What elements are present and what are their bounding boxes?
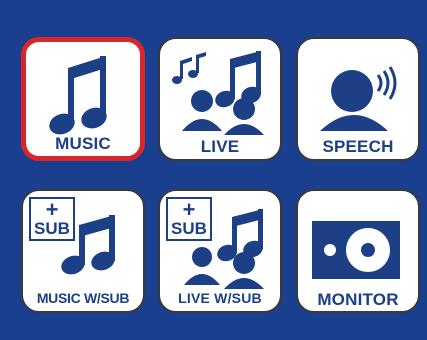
mode-live-label: LIVE — [200, 137, 240, 156]
subwoofer-badge: + SUB — [166, 197, 212, 241]
mode-music-button[interactable]: MUSIC — [21, 37, 145, 161]
mode-live-sub-button[interactable]: + SUB LIVE W/SUB — [158, 189, 282, 313]
mode-monitor-button[interactable]: MONITOR — [296, 189, 420, 313]
mode-speech-label: SPEECH — [322, 137, 394, 156]
mode-speech-button[interactable]: SPEECH — [296, 37, 420, 161]
mode-music-sub-button[interactable]: + SUB MUSIC W/SUB — [21, 189, 145, 313]
sub-text: SUB — [34, 219, 70, 238]
mode-live-sub-label: LIVE W/SUB — [178, 290, 262, 306]
subwoofer-badge: + SUB — [29, 197, 75, 241]
mode-music-sub-label: MUSIC W/SUB — [36, 290, 130, 306]
mode-monitor-label: MONITOR — [317, 290, 399, 309]
sub-text: SUB — [171, 219, 207, 238]
mode-music-label: MUSIC — [55, 134, 111, 153]
mode-live-button[interactable]: LIVE — [158, 37, 282, 161]
